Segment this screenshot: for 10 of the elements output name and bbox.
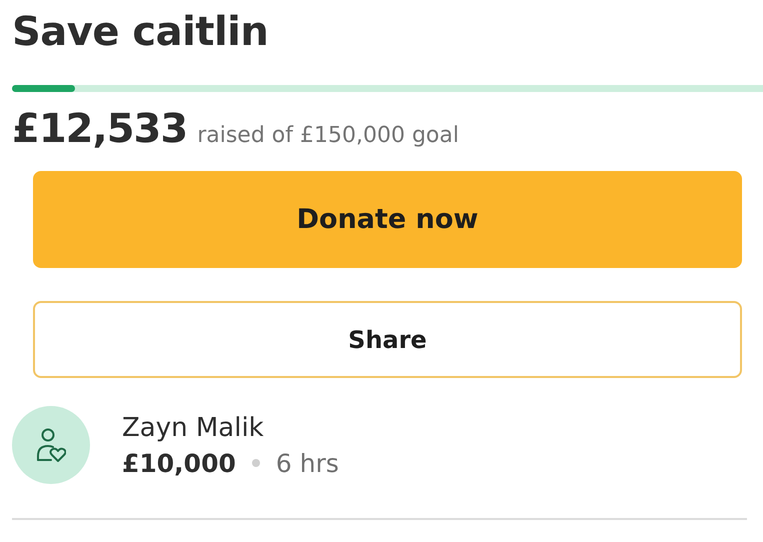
raised-amount: £12,533 xyxy=(12,106,188,152)
campaign-title: Save caitlin xyxy=(12,8,270,57)
person-heart-icon xyxy=(36,428,66,462)
donate-button[interactable]: Donate now xyxy=(33,171,742,268)
share-button[interactable]: Share xyxy=(33,301,742,378)
donation-time: 6 hrs xyxy=(276,448,339,478)
separator-dot xyxy=(252,459,260,467)
goal-caption: raised of £150,000 goal xyxy=(197,123,459,148)
donor-name: Zayn Malik xyxy=(122,412,265,442)
donation-amount: £10,000 xyxy=(122,448,236,478)
